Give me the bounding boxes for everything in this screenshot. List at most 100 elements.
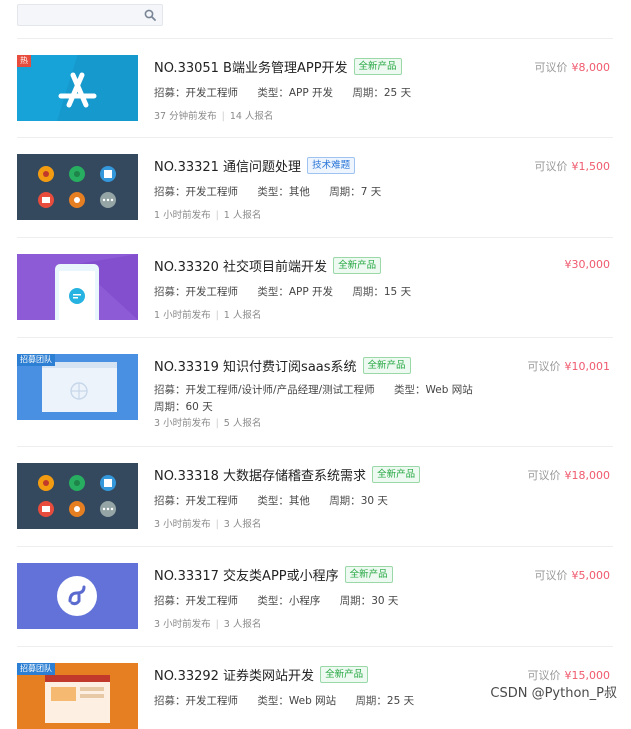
project-title-line: NO.33292 证券类网站开发 全新产品 [154,665,369,684]
project-row[interactable]: 招募团队 NO.33292 证券类网站开发 全新产品 招募：开发工程师 类型：We… [17,646,613,729]
project-row[interactable]: 招募团队 NO.33319 知识付费订阅saas系统 全新产品 招募：开发工程师/… [17,337,613,446]
period-label: 周期： [352,87,384,99]
recruit-field: 招募：开发工程师 [154,593,238,608]
period-value: 25 天 [386,695,415,707]
project-title[interactable]: NO.33317 交友类APP或小程序 [154,565,339,584]
recruit-value: 开发工程师/设计师/产品经理/测试工程师 [185,384,375,396]
type-label: 类型： [257,87,289,99]
project-thumbnail[interactable]: 招募团队 [17,354,138,420]
search-input[interactable] [18,6,150,27]
project-price: 可议价 ¥10,001 [528,358,611,374]
project-title-line: NO.33319 知识付费订阅saas系统 全新产品 [154,356,411,375]
project-row[interactable]: NO.33318 大数据存储稽查系统需求 全新产品 招募：开发工程师 类型：其他… [17,446,613,546]
project-title[interactable]: NO.33051 B端业务管理APP开发 [154,57,348,76]
project-status: 1 小时前发布 | 1 人报名 [154,207,261,221]
project-meta: 招募：开发工程师 类型：其他 周期：30 天 [154,493,534,508]
price-value: ¥1,500 [571,160,611,173]
period-value: 25 天 [383,87,412,99]
period-field: 周期：25 天 [352,85,411,100]
recruit-label: 招募： [154,595,186,607]
price-value: ¥10,001 [564,360,611,373]
project-title-line: NO.33320 社交项目前端开发 全新产品 [154,256,382,275]
project-price: 可议价 ¥8,000 [535,59,611,75]
separator: | [215,619,219,630]
posted-time: 37 分钟前发布 [154,111,217,122]
type-field: 类型：Web 网站 [257,693,336,708]
project-meta: 招募：开发工程师 类型：Web 网站 周期：25 天 [154,693,534,708]
negotiable-label: 可议价 [534,569,568,582]
apps-grid-icon [17,154,138,220]
project-title[interactable]: NO.33320 社交项目前端开发 [154,256,327,275]
negotiable-label: 可议价 [527,360,561,373]
project-thumbnail[interactable] [17,563,138,629]
price-value: ¥30,000 [564,258,611,271]
period-label: 周期： [352,286,384,298]
search-icon[interactable] [144,9,156,21]
recruit-field: 招募：开发工程师 [154,493,238,508]
project-price: 可议价 ¥15,000 [528,667,611,683]
project-row[interactable]: 热 NO.33051 B端业务管理APP开发 全新产品 招募：开发工程师 类型：A… [17,38,613,137]
posted-time: 3 小时前发布 [154,519,211,530]
project-title[interactable]: NO.33321 通信问题处理 [154,156,301,175]
recruit-label: 招募： [154,384,186,396]
project-list: 热 NO.33051 B端业务管理APP开发 全新产品 招募：开发工程师 类型：A… [17,38,613,729]
period-value: 15 天 [383,286,412,298]
recruit-label: 招募： [154,186,186,198]
separator: | [215,310,219,321]
project-thumbnail[interactable]: 热 [17,55,138,121]
price-value: ¥5,000 [571,569,611,582]
period-label: 周期： [154,401,186,413]
period-field: 周期：30 天 [340,593,399,608]
price-value: ¥15,000 [564,669,611,682]
project-row[interactable]: NO.33321 通信问题处理 技术难题 招募：开发工程师 类型：其他 周期：7… [17,137,613,237]
project-thumbnail[interactable] [17,254,138,320]
recruit-field: 招募：开发工程师 [154,693,238,708]
project-price: ¥30,000 [565,258,611,271]
project-price: 可议价 ¥18,000 [528,467,611,483]
project-status: 3 小时前发布 | 3 人报名 [154,516,261,530]
negotiable-label: 可议价 [527,669,561,682]
signup-count: 5 人报名 [223,418,262,429]
period-label: 周期： [329,186,361,198]
type-field: 类型：APP 开发 [257,85,333,100]
project-title[interactable]: NO.33292 证券类网站开发 [154,665,314,684]
recruit-label: 招募： [154,495,186,507]
project-row[interactable]: NO.33320 社交项目前端开发 全新产品 招募：开发工程师 类型：APP 开… [17,237,613,337]
project-badge: 全新产品 [353,58,402,75]
type-value: APP 开发 [288,286,334,298]
type-field: 类型：其他 [257,184,310,199]
negotiable-label: 可议价 [534,61,568,74]
project-title[interactable]: NO.33318 大数据存储稽查系统需求 [154,465,366,484]
recruit-label: 招募： [154,695,186,707]
corner-tag: 招募团队 [17,354,55,366]
recruit-field: 招募：开发工程师 [154,284,238,299]
project-meta: 招募：开发工程师 类型：APP 开发 周期：25 天 [154,85,534,100]
project-badge: 全新产品 [333,257,382,274]
type-value: Web 网站 [288,695,337,707]
type-value: 小程序 [288,595,321,607]
type-value: 其他 [288,186,310,198]
posted-time: 1 小时前发布 [154,310,211,321]
project-thumbnail[interactable] [17,154,138,220]
project-status: 37 分钟前发布 | 14 人报名 [154,108,273,122]
recruit-value: 开发工程师 [185,87,239,99]
recruit-value: 开发工程师 [185,186,239,198]
signup-count: 14 人报名 [229,111,274,122]
project-row[interactable]: NO.33317 交友类APP或小程序 全新产品 招募：开发工程师 类型：小程序… [17,546,613,646]
recruit-field: 招募：开发工程师 [154,184,238,199]
project-title[interactable]: NO.33319 知识付费订阅saas系统 [154,356,357,375]
type-label: 类型： [257,495,289,507]
project-status: 1 小时前发布 | 1 人报名 [154,307,261,321]
type-label: 类型： [257,186,289,198]
signup-count: 1 人报名 [223,310,262,321]
project-thumbnail[interactable]: 招募团队 [17,663,138,729]
search-box[interactable] [17,4,163,27]
type-label: 类型： [257,595,289,607]
corner-tag: 热 [17,55,31,67]
project-thumbnail[interactable] [17,463,138,529]
project-price: 可议价 ¥5,000 [535,567,611,583]
watermark: CSDN @Python_P叔 [488,682,619,701]
recruit-field: 招募：开发工程师/设计师/产品经理/测试工程师 [154,382,375,399]
project-meta: 招募：开发工程师 类型：小程序 周期：30 天 [154,593,534,608]
recruit-value: 开发工程师 [185,595,239,607]
